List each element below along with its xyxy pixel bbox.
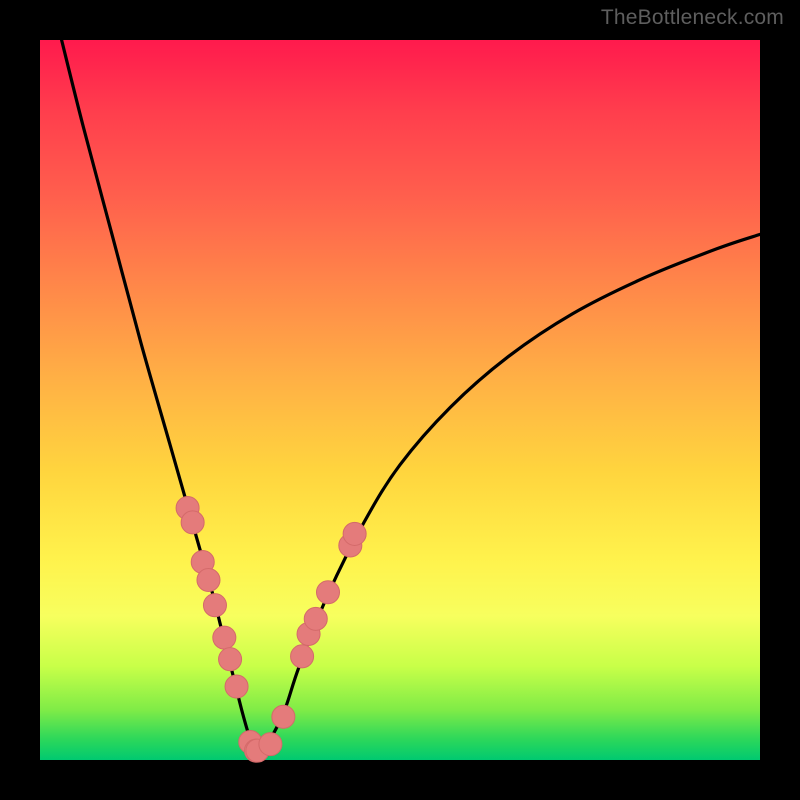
data-dot xyxy=(181,511,204,534)
data-dot xyxy=(225,675,248,698)
data-dot xyxy=(203,594,226,617)
chart-frame: TheBottleneck.com xyxy=(0,0,800,800)
chart-svg xyxy=(40,40,760,760)
data-dot xyxy=(219,648,242,671)
data-dot xyxy=(213,626,236,649)
watermark-text: TheBottleneck.com xyxy=(601,6,784,30)
curve-right-branch xyxy=(256,234,760,752)
dots-group xyxy=(176,496,366,762)
data-dot xyxy=(304,607,327,630)
plot-area xyxy=(40,40,760,760)
data-dot xyxy=(197,568,220,591)
data-dot xyxy=(291,645,314,668)
data-dot xyxy=(272,705,295,728)
data-dot xyxy=(343,522,366,545)
data-dot xyxy=(316,581,339,604)
data-dot xyxy=(259,733,282,756)
